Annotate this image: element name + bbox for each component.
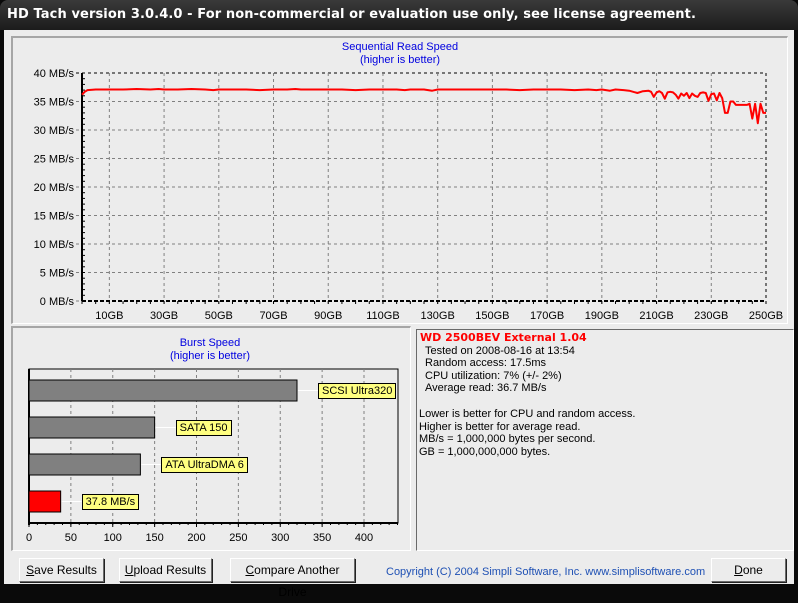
burst-chart-subtitle: (higher is better) <box>169 350 251 362</box>
burst-bar-label: SCSI Ultra320 <box>318 383 397 399</box>
save-label: ave Results <box>34 563 97 577</box>
x-tick-label: 10GB <box>95 310 123 322</box>
random-access: Random access: 17.5ms <box>425 357 547 370</box>
x-tick-label: 250GB <box>749 310 783 322</box>
note-line: MB/s = 1,000,000 bytes per second. <box>419 433 596 446</box>
compare-another-drive-button[interactable]: Compare Another Drive <box>230 558 355 599</box>
drive-name: WD 2500BEV External 1.04 <box>420 331 587 344</box>
done-label: one <box>742 563 763 577</box>
tested-on: Tested on 2008-08-16 at 13:54 <box>425 344 575 357</box>
x-tick-label: 70GB <box>259 310 287 322</box>
burst-chart-title: Burst Speed (higher is better) <box>110 337 310 363</box>
save-results-button[interactable]: Save Results <box>19 558 104 582</box>
average-read: Average read: 36.7 MB/s <box>425 382 547 395</box>
compare-mnemonic: C <box>245 563 255 577</box>
x-tick-label: 170GB <box>530 310 564 322</box>
x-tick-label: 110GB <box>366 310 399 322</box>
y-tick-label: 30 MB/s <box>34 125 75 137</box>
note-line: Higher is better for average read. <box>419 420 581 433</box>
copyright-link[interactable]: Copyright (C) 2004 Simpli Software, Inc.… <box>386 566 705 578</box>
burst-bar-label: SATA 150 <box>175 420 232 436</box>
y-tick-label: 5 MB/s <box>40 268 75 280</box>
x-tick-label: 30GB <box>150 310 178 322</box>
done-mnemonic: D <box>734 563 743 577</box>
x-tick-label: 50GB <box>205 310 233 322</box>
save-mnemonic: S <box>26 563 35 577</box>
y-tick-label: 40 MB/s <box>34 68 75 80</box>
y-tick-label: 0 MB/s <box>40 296 75 308</box>
y-tick-label: 20 MB/s <box>34 182 75 194</box>
x-tick-label: 130GB <box>421 310 455 322</box>
burst-bar-label: ATA UltraDMA 6 <box>161 457 248 473</box>
y-tick-label: 35 MB/s <box>34 97 75 109</box>
read-speed-line <box>81 88 766 125</box>
upload-label: pload Results <box>133 563 207 577</box>
x-tick-label: 210GB <box>639 310 673 322</box>
results-info-panel: WD 2500BEV External 1.04 Tested on 2008-… <box>416 329 794 551</box>
upload-results-button[interactable]: Upload Results <box>119 558 212 582</box>
x-tick-label: 90GB <box>314 310 342 322</box>
compare-label: ompare Another Drive <box>254 563 340 599</box>
burst-bar-label: 37.8 MB/s <box>81 494 140 510</box>
burst-chart-title-text: Burst Speed <box>179 337 241 349</box>
y-tick-label: 15 MB/s <box>34 211 75 223</box>
cpu-utilization: CPU utilization: 7% (+/- 2%) <box>425 369 562 382</box>
y-tick-label: 10 MB/s <box>34 239 75 251</box>
y-tick-label: 25 MB/s <box>34 154 75 166</box>
note-line: Lower is better for CPU and random acces… <box>419 407 636 420</box>
x-tick-label: 190GB <box>585 310 619 322</box>
x-tick-label: 150GB <box>475 310 509 322</box>
note-line: GB = 1,000,000,000 bytes. <box>419 445 551 458</box>
read-speed-chart: 40 MB/s 35 MB/s 30 MB/s 25 MB/s 20 MB/s 15 MB… <box>34 68 783 322</box>
done-button[interactable]: Done <box>711 558 786 582</box>
x-tick-label: 230GB <box>694 310 728 322</box>
